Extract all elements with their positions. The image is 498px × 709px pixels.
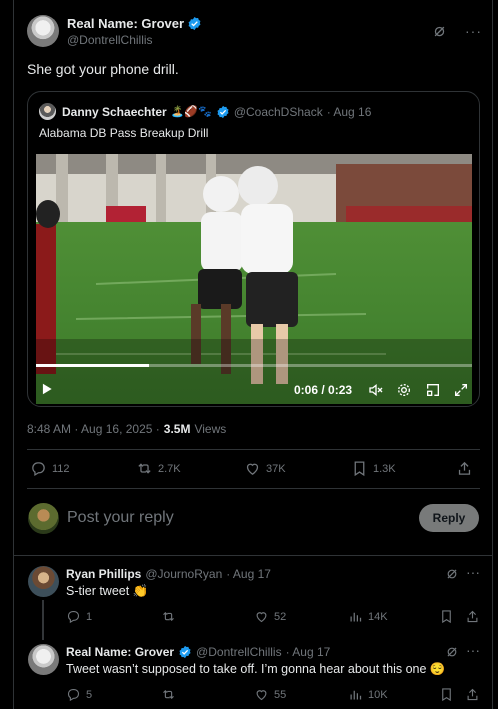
video-time: 0:06 / 0:23 [294, 383, 353, 397]
repost-button[interactable] [161, 687, 176, 702]
views-button[interactable]: 14K [348, 609, 388, 624]
reply-date: · Aug 17 [226, 567, 271, 581]
grok-icon[interactable] [432, 24, 447, 39]
repost-icon [163, 611, 174, 622]
reply-count: 112 [52, 462, 70, 475]
repost-button[interactable]: 2.7K [136, 460, 181, 477]
more-options-icon[interactable]: ··· [466, 643, 480, 657]
views-count: 3.5M [163, 422, 191, 436]
reply-handle[interactable]: @JournoRyan [145, 567, 222, 581]
avatar[interactable] [28, 566, 59, 597]
reply-header: Real Name: Grover @DontrellChillis · Aug… [66, 645, 330, 659]
avatar[interactable] [28, 644, 59, 675]
bookmark-icon[interactable] [439, 687, 454, 702]
divider [27, 488, 480, 489]
reply-icon [32, 462, 45, 477]
share-icon[interactable] [465, 687, 480, 702]
reply-button[interactable]: 5 [66, 687, 92, 702]
quoted-date: · Aug 16 [326, 104, 372, 119]
views-count: 10K [368, 688, 388, 701]
reply-icon [67, 610, 80, 624]
repost-icon [163, 689, 174, 700]
reply-button[interactable]: 1 [66, 609, 92, 624]
reply-handle[interactable]: @DontrellChillis [196, 645, 282, 659]
handle[interactable]: @DontrellChillis [67, 33, 424, 47]
analytics-icon [350, 612, 362, 622]
heart-icon [246, 463, 259, 475]
reply-date: · Aug 17 [285, 645, 331, 659]
tweet-meta: 8:48 AM · Aug 16, 2025 · 3.5M Views [27, 422, 226, 436]
bookmark-icon [354, 461, 365, 477]
heart-icon [256, 690, 267, 701]
picture-in-picture-icon[interactable] [425, 382, 441, 398]
verified-badge-icon [188, 16, 201, 30]
main-action-bar: 112 2.7K 37K 1.3K [30, 460, 480, 480]
divider [14, 555, 492, 556]
main-tweet: Real Name: Grover @DontrellChillis ··· S… [27, 15, 482, 77]
heart-icon [256, 612, 267, 623]
reply-submit-button[interactable]: Reply [419, 504, 479, 532]
reply-display-name[interactable]: Real Name: Grover [66, 645, 174, 659]
reply-input[interactable]: Post your reply [67, 509, 174, 527]
thread-line [42, 600, 44, 640]
views-label: Views [194, 422, 227, 436]
like-button[interactable]: 37K [244, 460, 286, 477]
like-count: 52 [274, 610, 287, 623]
repost-icon [138, 463, 151, 474]
repost-button[interactable] [161, 609, 176, 624]
avatar[interactable] [39, 103, 56, 120]
like-count: 37K [266, 462, 286, 475]
avatar[interactable] [27, 15, 59, 47]
name-emojis: 🏝️🏈🐾 [170, 106, 212, 118]
reply-header: Ryan Phillips @JournoRyan · Aug 17 [66, 567, 271, 581]
quoted-handle[interactable]: @CoachDShack [234, 105, 323, 119]
reply-action-bar: 1 52 14K [66, 609, 481, 627]
reply-action-bar: 5 55 10K [66, 687, 481, 705]
reply-text: S-tier tweet 👏 [66, 584, 149, 598]
quoted-display-name[interactable]: Danny Schaechter [62, 105, 167, 119]
play-icon[interactable] [40, 382, 54, 396]
quoted-tweet-card[interactable]: Danny Schaechter 🏝️🏈🐾 @CoachDShack · Aug… [27, 91, 480, 407]
settings-gear-icon[interactable] [396, 382, 412, 398]
grok-icon[interactable] [445, 645, 459, 659]
video-progress-fill [36, 364, 150, 367]
video-player[interactable]: 0:06 / 0:23 [36, 154, 472, 404]
like-count: 55 [274, 688, 287, 701]
reply-count: 5 [86, 688, 93, 701]
grok-icon[interactable] [445, 567, 459, 581]
reply-text: Tweet wasn’t supposed to take off. I’m g… [66, 662, 446, 676]
analytics-icon [350, 690, 362, 700]
repost-count: 2.7K [158, 462, 181, 475]
mute-icon[interactable] [368, 382, 384, 398]
fullscreen-icon[interactable] [453, 382, 469, 398]
reply-icon [67, 688, 80, 702]
divider [27, 449, 480, 450]
quoted-text: Alabama DB Pass Breakup Drill [39, 126, 209, 140]
video-progress-track[interactable] [36, 364, 472, 367]
bookmark-button[interactable]: 1.3K [351, 460, 396, 477]
views-button[interactable]: 10K [348, 687, 388, 702]
display-name[interactable]: Real Name: Grover [67, 16, 184, 31]
more-options-icon[interactable]: ··· [466, 565, 480, 579]
tweet-text: She got your phone drill. [27, 61, 179, 77]
reply-display-name[interactable]: Ryan Phillips [66, 567, 141, 581]
like-button[interactable]: 52 [254, 609, 286, 624]
like-button[interactable]: 55 [254, 687, 286, 702]
verified-badge-icon [179, 645, 191, 659]
avatar[interactable] [28, 503, 59, 534]
share-button[interactable] [456, 460, 473, 477]
timeline-column: Real Name: Grover @DontrellChillis ··· S… [13, 0, 493, 709]
reply-button[interactable]: 112 [30, 460, 70, 477]
bookmark-icon[interactable] [439, 609, 454, 624]
share-icon[interactable] [465, 609, 480, 624]
tweet-timestamp[interactable]: 8:48 AM · Aug 16, 2025 · [27, 422, 160, 436]
reply-count: 1 [86, 610, 93, 623]
share-icon [458, 461, 471, 475]
bookmark-count: 1.3K [373, 462, 396, 475]
verified-badge-icon [217, 105, 229, 118]
more-options-icon[interactable]: ··· [465, 24, 482, 38]
views-count: 14K [368, 610, 388, 623]
